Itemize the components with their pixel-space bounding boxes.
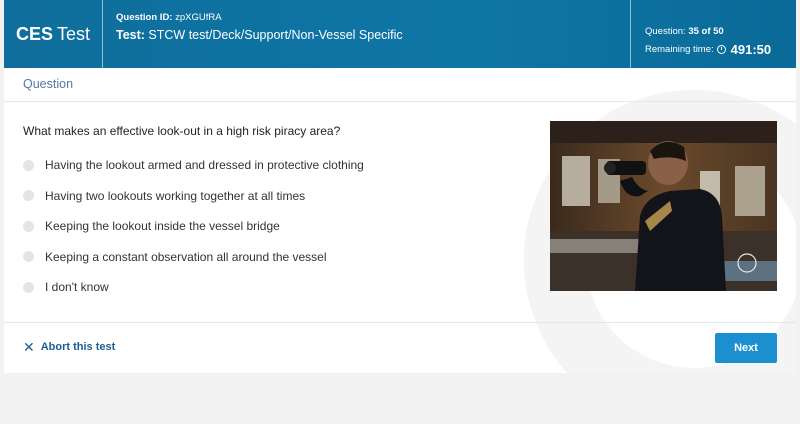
test-card: CES Test Question ID: zpXGUfRA Test: STC… [4,0,796,373]
test-path-value: STCW test/Deck/Support/Non-Vessel Specif… [148,28,403,42]
question-progress: Question: 35 of 50 [645,26,724,37]
clock-icon [716,45,726,54]
answer-label: Keeping the lookout inside the vessel br… [45,219,280,234]
radio-button[interactable] [23,251,34,263]
test-path-row: Test: STCW test/Deck/Support/Non-Vessel … [116,28,403,42]
question-progress-value: 35 of 50 [688,26,724,37]
answer-option-2[interactable]: Having two lookouts working together at … [23,181,364,212]
lookout-photo [550,121,777,291]
question-text: What makes an effective look-out in a hi… [23,124,341,138]
abort-test-link[interactable]: ✕ Abort this test [23,340,115,354]
answer-label: Having the lookout armed and dressed in … [45,158,364,173]
answer-option-3[interactable]: Keeping the lookout inside the vessel br… [23,211,364,242]
remaining-time: Remaining time: 491:50 [645,42,771,57]
question-progress-label: Question: [645,26,686,37]
brand-logo: CES Test [4,0,103,68]
radio-button[interactable] [23,159,34,171]
question-info: Question ID: zpXGUfRA Test: STCW test/De… [116,12,403,42]
answer-options: Having the lookout armed and dressed in … [23,150,364,303]
abort-label: Abort this test [40,341,116,353]
header-bar: CES Test Question ID: zpXGUfRA Test: STC… [4,0,796,68]
answer-option-1[interactable]: Having the lookout armed and dressed in … [23,150,364,181]
brand-bold: CES [15,23,53,44]
divider [4,101,796,102]
status-panel: Question: 35 of 50 Remaining time: 491:5… [630,0,796,68]
radio-button[interactable] [23,190,34,202]
radio-button[interactable] [23,220,34,232]
remaining-time-value: 491:50 [730,42,772,57]
section-title: Question [23,77,74,91]
answer-option-5[interactable]: I don't know [23,272,364,303]
question-id-value: zpXGUfRA [175,12,222,23]
brand-rest: Test [57,23,91,44]
close-icon: ✕ [23,339,35,355]
test-label: Test: [116,28,145,42]
answer-label: Having two lookouts working together at … [45,188,306,203]
next-button[interactable]: Next [715,333,777,363]
question-id-row: Question ID: zpXGUfRA [116,12,403,23]
radio-button[interactable] [23,281,34,293]
answer-label: Keeping a constant observation all aroun… [45,249,327,264]
remaining-time-label: Remaining time: [645,44,714,55]
question-image [550,121,777,291]
divider [4,322,796,323]
question-id-label: Question ID: [116,12,173,23]
answer-label: I don't know [45,280,109,295]
answer-option-4[interactable]: Keeping a constant observation all aroun… [23,242,364,273]
